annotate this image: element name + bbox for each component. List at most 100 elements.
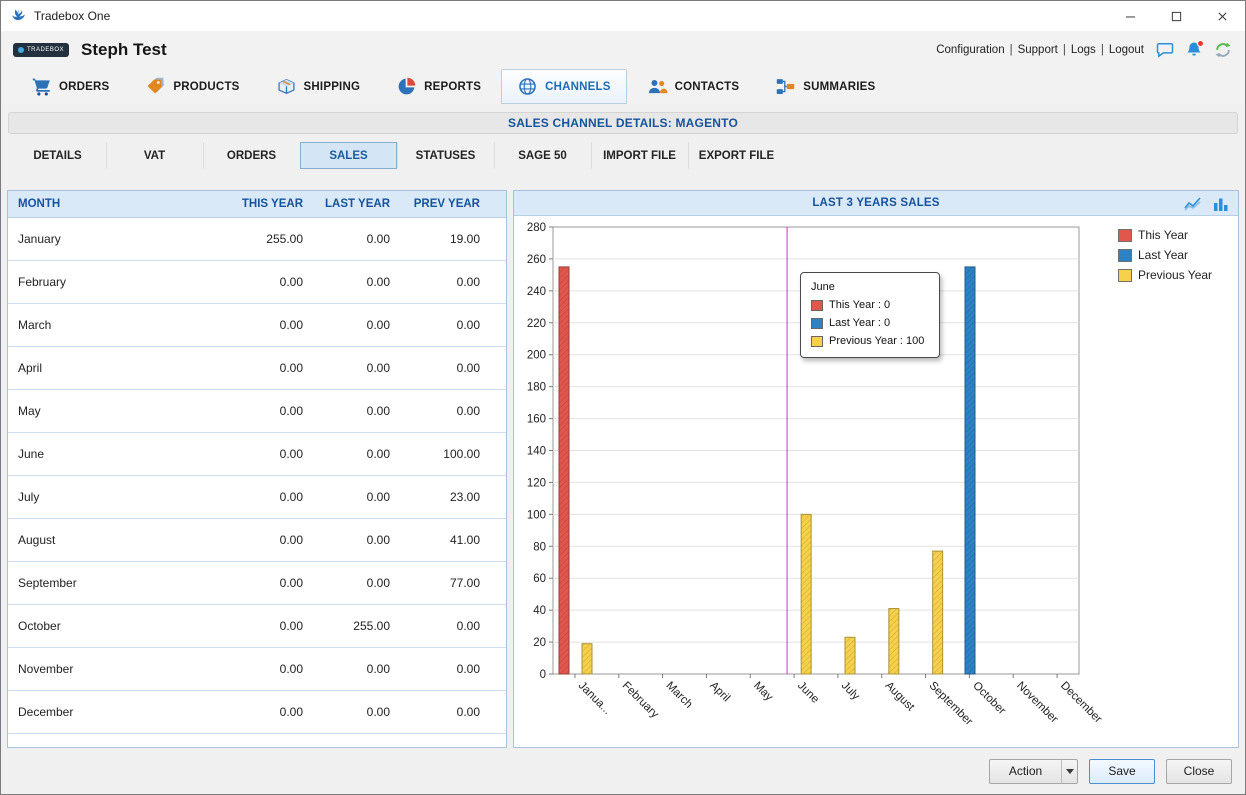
tab-sage-50[interactable]: SAGE 50	[494, 142, 591, 169]
window-controls	[1107, 1, 1245, 31]
svg-text:December: December	[1058, 680, 1104, 726]
value-cell: 0.00	[303, 447, 390, 461]
action-button-group: Action	[989, 759, 1078, 784]
notifications-bell-icon[interactable]	[1184, 40, 1204, 60]
tooltip-swatch	[811, 318, 823, 329]
table-row[interactable]: November0.000.000.00	[8, 648, 506, 691]
bar-chart-icon[interactable]	[1213, 197, 1229, 211]
tooltip-item: Previous Year : 100	[811, 335, 929, 347]
table-row[interactable]: January255.000.0019.00	[8, 218, 506, 261]
nav-tab-label: ORDERS	[59, 81, 109, 93]
column-header-month[interactable]: MONTH	[18, 198, 215, 210]
month-cell: July	[18, 490, 215, 504]
header-links: Configuration|Support|Logs|Logout	[934, 44, 1146, 56]
table-row[interactable]: October0.00255.000.00	[8, 605, 506, 648]
header-link-support[interactable]: Support	[1016, 44, 1060, 56]
table-row[interactable]: March0.000.000.00	[8, 304, 506, 347]
maximize-button[interactable]	[1153, 1, 1199, 31]
tab-orders[interactable]: ORDERS	[203, 142, 300, 169]
link-separator: |	[1007, 44, 1016, 56]
table-row[interactable]: May0.000.000.00	[8, 390, 506, 433]
nav-tab-channels[interactable]: CHANNELS	[501, 69, 627, 104]
nav-tab-shipping[interactable]: SHIPPING	[260, 69, 377, 104]
nav-tab-orders[interactable]: ORDERS	[15, 69, 125, 104]
month-cell: November	[18, 662, 215, 676]
tab-export-file[interactable]: EXPORT FILE	[688, 142, 785, 169]
legend-label: Last Year	[1138, 248, 1188, 262]
tooltip-items: This Year : 0Last Year : 0Previous Year …	[811, 299, 929, 347]
main-nav: ORDERS PRODUCTSSHIPPINGREPORTS CHANNELS CON…	[1, 69, 1245, 104]
page-title: SALES CHANNEL DETAILS: MAGENTO	[508, 116, 738, 130]
channel-tab-strip: DETAILSVATORDERSSALESSTATUSESSAGE 50IMPO…	[9, 142, 1238, 169]
svg-text:180: 180	[527, 382, 546, 394]
month-cell: October	[18, 619, 215, 633]
save-button[interactable]: Save	[1089, 759, 1155, 784]
value-cell: 0.00	[215, 404, 303, 418]
table-row[interactable]: December0.000.000.00	[8, 691, 506, 734]
month-cell: April	[18, 361, 215, 375]
nav-tab-products[interactable]: PRODUCTS	[129, 69, 255, 104]
value-cell: 0.00	[390, 619, 480, 633]
sync-refresh-icon[interactable]	[1213, 40, 1233, 60]
chat-icon[interactable]	[1155, 40, 1175, 60]
column-header-prev-year[interactable]: PREV YEAR	[390, 198, 480, 210]
nav-tab-reports[interactable]: REPORTS	[380, 69, 497, 104]
value-cell: 0.00	[390, 275, 480, 289]
tab-statuses[interactable]: STATUSES	[397, 142, 494, 169]
svg-text:June: June	[795, 680, 821, 706]
value-cell: 0.00	[303, 533, 390, 547]
column-header-last-year[interactable]: LAST YEAR	[303, 198, 390, 210]
sales-bar-chart[interactable]: 020406080100120140160180200220240260280J…	[514, 216, 1114, 747]
column-header-this-year[interactable]: THIS YEAR	[215, 198, 303, 210]
tab-vat[interactable]: VAT	[106, 142, 203, 169]
action-dropdown-button[interactable]	[1061, 759, 1078, 784]
dropdown-arrow-icon	[1066, 769, 1074, 774]
table-row[interactable]: February0.000.000.00	[8, 261, 506, 304]
tab-details[interactable]: DETAILS	[9, 142, 106, 169]
nav-tab-contacts[interactable]: CONTACTS	[631, 69, 756, 104]
table-row[interactable]: April0.000.000.00	[8, 347, 506, 390]
table-row[interactable]: July0.000.0023.00	[8, 476, 506, 519]
nav-tab-summaries[interactable]: SUMMARIES	[759, 69, 891, 104]
header-link-logout[interactable]: Logout	[1107, 44, 1146, 56]
chart-panel: LAST 3 YEARS SALES 020406080100120140160…	[513, 190, 1239, 748]
table-row[interactable]: August0.000.0041.00	[8, 519, 506, 562]
close-button-footer[interactable]: Close	[1166, 759, 1232, 784]
value-cell: 0.00	[215, 361, 303, 375]
header-link-logs[interactable]: Logs	[1069, 44, 1098, 56]
tooltip-swatch	[811, 336, 823, 347]
tab-import-file[interactable]: IMPORT FILE	[591, 142, 688, 169]
legend-swatch	[1118, 249, 1132, 262]
value-cell: 0.00	[303, 576, 390, 590]
titlebar: Tradebox One	[1, 1, 1245, 31]
svg-text:February: February	[620, 680, 661, 721]
minimize-button[interactable]	[1107, 1, 1153, 31]
nav-tab-label: CHANNELS	[545, 81, 611, 93]
value-cell: 0.00	[303, 404, 390, 418]
svg-text:80: 80	[533, 541, 546, 553]
footer-bar: Action Save Close	[1, 748, 1245, 794]
header-link-configuration[interactable]: Configuration	[934, 44, 1006, 56]
badge-dot-icon	[18, 47, 24, 53]
close-button[interactable]	[1199, 1, 1245, 31]
legend-swatch	[1118, 229, 1132, 242]
svg-text:20: 20	[533, 637, 546, 649]
pie-icon	[396, 76, 417, 97]
table-row[interactable]: September0.000.0077.00	[8, 562, 506, 605]
month-cell: August	[18, 533, 215, 547]
line-chart-icon[interactable]	[1184, 196, 1204, 211]
svg-text:0: 0	[540, 669, 546, 681]
chart-type-toggles	[1184, 196, 1229, 211]
tooltip-label: Previous Year : 100	[829, 335, 924, 347]
tradebox-badge: TRADEBOX	[13, 43, 69, 57]
table-row[interactable]: June0.000.00100.00	[8, 433, 506, 476]
nav-tab-label: CONTACTS	[675, 81, 740, 93]
nav-tab-label: SUMMARIES	[803, 81, 875, 93]
svg-text:240: 240	[527, 286, 546, 298]
month-cell: May	[18, 404, 215, 418]
value-cell: 0.00	[390, 705, 480, 719]
action-button[interactable]: Action	[989, 759, 1062, 784]
tab-sales[interactable]: SALES	[300, 142, 397, 169]
value-cell: 0.00	[215, 662, 303, 676]
svg-text:August: August	[883, 680, 917, 714]
